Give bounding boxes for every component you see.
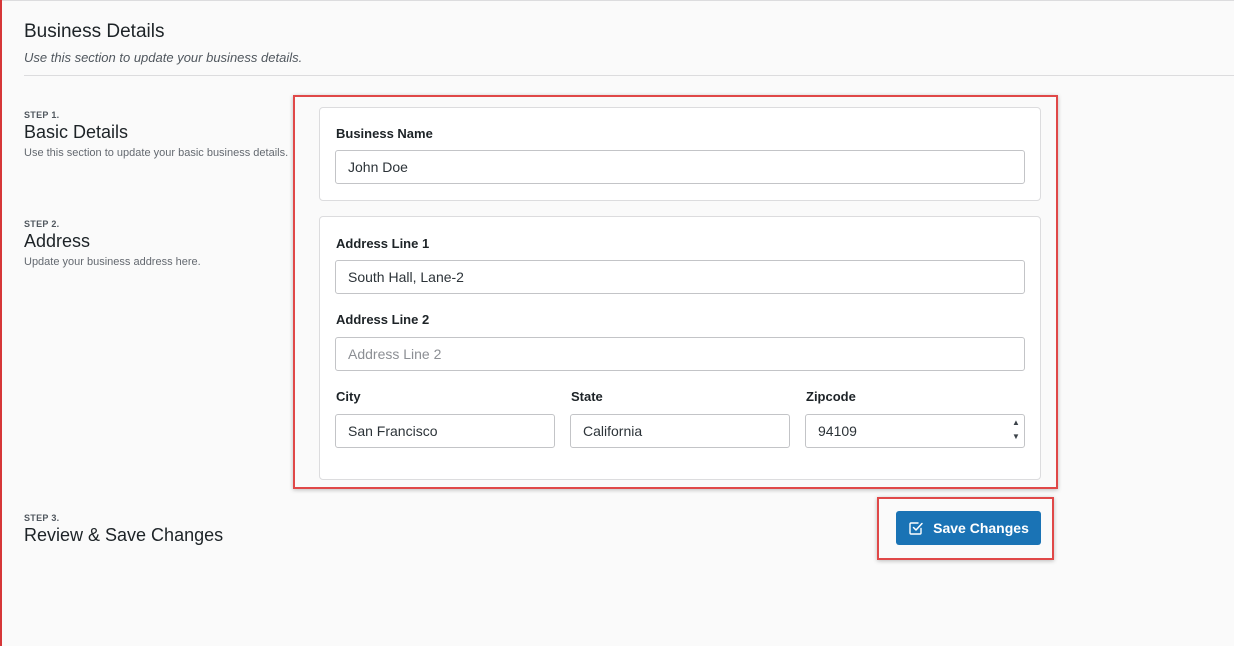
business-name-label: Business Name [336, 126, 433, 141]
step-title: Address [24, 231, 91, 251]
address-line-1-input[interactable] [335, 260, 1025, 294]
zipcode-input[interactable] [805, 414, 1025, 448]
step-description: Use this section to update your basic bu… [24, 147, 289, 159]
left-accent-bar [0, 0, 2, 646]
step-address: STEP 2. Address Update your business add… [24, 219, 201, 269]
business-name-input[interactable] [335, 150, 1025, 184]
page-title: Business Details [24, 21, 165, 42]
basic-details-card: Business Name [319, 107, 1041, 201]
state-label: State [571, 389, 603, 404]
city-input[interactable] [335, 414, 555, 448]
zipcode-label: Zipcode [806, 389, 856, 404]
step-basic-details: STEP 1. Basic Details Use this section t… [24, 110, 288, 160]
increment-arrow-icon[interactable]: ▲ [1012, 417, 1020, 429]
step-title: Review & Save Changes [24, 525, 224, 545]
decrement-arrow-icon[interactable]: ▼ [1012, 431, 1020, 443]
page-subtitle: Use this section to update your business… [24, 50, 303, 65]
step-description: Update your business address here. [24, 256, 201, 268]
step-label: STEP 2. [24, 219, 60, 229]
address-line-2-input[interactable] [335, 337, 1025, 371]
state-input[interactable] [570, 414, 790, 448]
city-label: City [336, 389, 361, 404]
save-changes-button[interactable]: Save Changes [896, 511, 1041, 545]
header-divider [24, 75, 1234, 76]
address-card: Address Line 1 Address Line 2 City State… [319, 216, 1041, 480]
step-title: Basic Details [24, 122, 129, 142]
zipcode-stepper[interactable]: ▲ ▼ [1011, 417, 1021, 443]
address-line-2-label: Address Line 2 [336, 312, 430, 327]
zipcode-field: ▲ ▼ [805, 414, 1025, 448]
page-header: Business Details Use this section to upd… [24, 20, 302, 66]
top-border [2, 0, 1234, 1]
step-review-save: STEP 3. Review & Save Changes [24, 513, 223, 546]
save-button-label: Save Changes [933, 520, 1029, 536]
address-line-1-label: Address Line 1 [336, 236, 430, 251]
step-label: STEP 3. [24, 513, 60, 523]
checkbox-edit-icon [908, 520, 924, 536]
step-label: STEP 1. [24, 110, 60, 120]
